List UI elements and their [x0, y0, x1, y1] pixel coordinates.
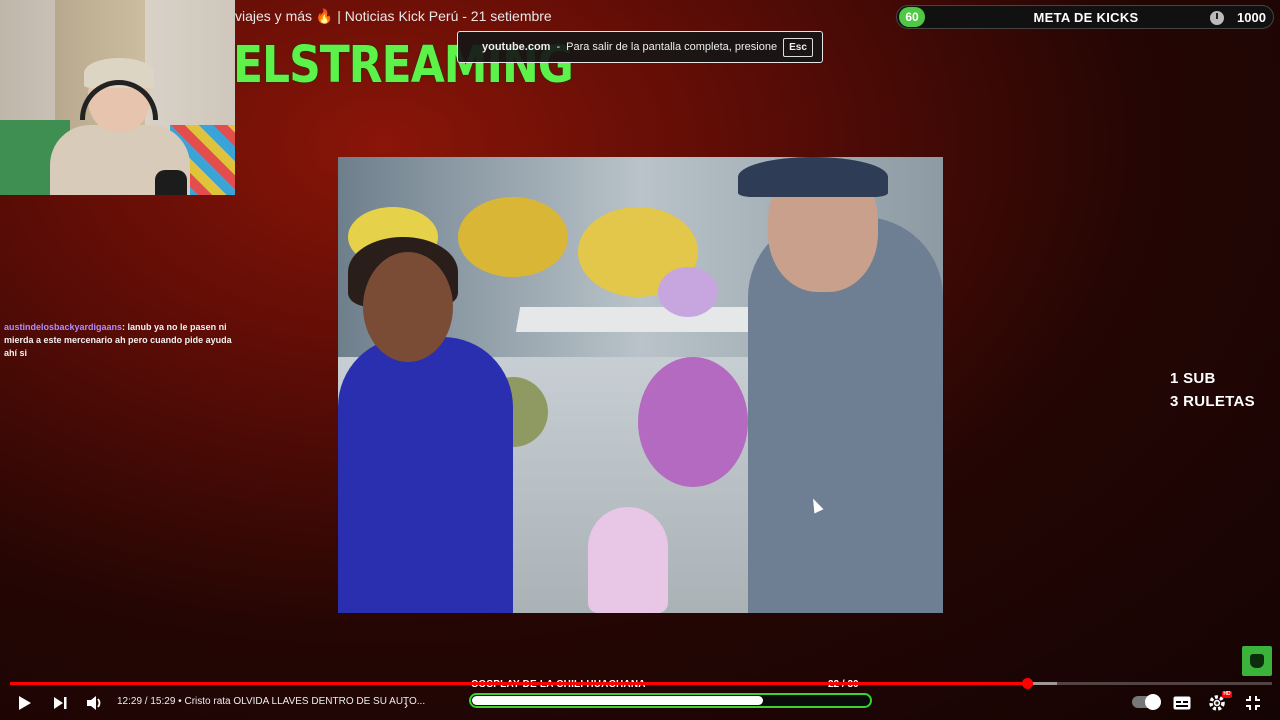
- notice-domain: youtube.com: [482, 41, 551, 53]
- progress-played: [10, 682, 1028, 685]
- sub-promo: 1 SUB 3 RULETAS: [1170, 367, 1255, 413]
- time-and-chapter: 12:29 / 15:29 • Cristo rata OLVIDA LLAVE…: [117, 696, 425, 707]
- chat-username: austindelosbackyardigaans: [4, 322, 123, 332]
- fullscreen-exit-notice: youtube.com - Para salir de la pantalla …: [457, 31, 823, 63]
- time-display: 12:29 / 15:29: [117, 696, 176, 707]
- clock-icon: [1210, 11, 1224, 25]
- subtitles-icon[interactable]: [1172, 693, 1192, 713]
- video-progress-bar[interactable]: [10, 678, 1272, 689]
- overlay-goal-fill: [472, 696, 763, 705]
- chapter-separator: •: [178, 696, 182, 707]
- play-icon[interactable]: [16, 693, 34, 713]
- progress-scrubber-handle[interactable]: [1022, 678, 1034, 689]
- sunflower-arrangement: [458, 197, 568, 277]
- autoplay-toggle[interactable]: [1132, 694, 1161, 710]
- exit-fullscreen-icon[interactable]: [1243, 693, 1263, 713]
- channel-badge-icon: [1242, 646, 1272, 676]
- volume-icon[interactable]: [85, 693, 105, 713]
- video-person-right-cap: [738, 157, 888, 197]
- notice-separator: -: [556, 41, 561, 53]
- overlay-goal-bar: [469, 693, 872, 708]
- webcam-feed: [0, 0, 235, 195]
- microphone-icon: [155, 170, 187, 195]
- video-person-left-head: [363, 252, 453, 362]
- embedded-video-frame[interactable]: [338, 157, 943, 613]
- pink-flower-arrangement: [638, 357, 748, 487]
- flower-table: [515, 307, 771, 332]
- chat-message: austindelosbackyardigaans: lanub ya no l…: [4, 321, 239, 360]
- sub-promo-line-2: 3 RULETAS: [1170, 393, 1255, 410]
- hd-badge: HD: [1222, 691, 1232, 698]
- chevron-right-icon[interactable]: ›: [404, 695, 408, 715]
- esc-key-badge: Esc: [783, 37, 813, 57]
- video-person-left: [338, 337, 513, 613]
- bouquet: [588, 507, 668, 613]
- sub-promo-line-1: 1 SUB: [1170, 370, 1216, 387]
- notice-message: Para salir de la pantalla completa, pres…: [566, 41, 778, 53]
- gift-box: [658, 267, 718, 317]
- kicks-goal-bar: 60 META DE KICKS 1000: [896, 5, 1274, 29]
- kicks-goal-target: 1000: [1237, 10, 1266, 25]
- video-title: viajes y más 🔥 | Noticias Kick Perú - 21…: [235, 8, 552, 24]
- chapter-title[interactable]: Cristo rata OLVIDA LLAVES DENTRO DE SU A…: [184, 696, 425, 707]
- next-icon[interactable]: [51, 693, 69, 713]
